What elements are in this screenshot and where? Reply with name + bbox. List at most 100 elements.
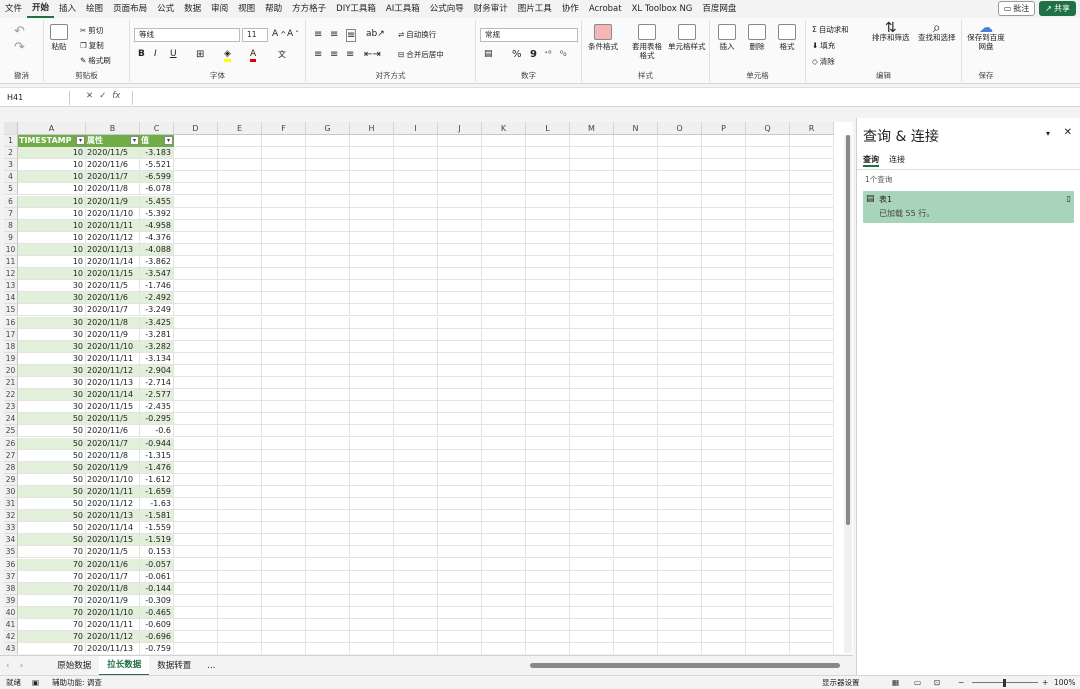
empty-cell[interactable] — [658, 243, 702, 256]
empty-cell[interactable] — [306, 195, 350, 208]
row-header[interactable]: 16 — [4, 316, 18, 329]
empty-cell[interactable] — [658, 316, 702, 329]
empty-cell[interactable] — [790, 510, 834, 523]
shrink-font-icon[interactable]: Aˇ — [287, 29, 299, 39]
empty-cell[interactable] — [438, 364, 482, 377]
row-header[interactable]: 2 — [4, 147, 18, 160]
table-cell[interactable]: 2020/11/7 — [86, 437, 140, 450]
table-cell[interactable]: 50 — [18, 473, 86, 486]
insert-cells-button[interactable]: 插入 — [718, 24, 736, 51]
empty-cell[interactable] — [174, 606, 218, 619]
empty-cell[interactable] — [702, 643, 746, 654]
empty-cell[interactable] — [262, 243, 306, 256]
empty-cell[interactable] — [438, 413, 482, 426]
table-cell[interactable]: 10 — [18, 195, 86, 208]
empty-cell[interactable] — [746, 570, 790, 583]
empty-cell[interactable] — [658, 304, 702, 317]
phonetic-icon[interactable]: 文 — [278, 49, 286, 60]
empty-cell[interactable] — [702, 401, 746, 414]
empty-cell[interactable] — [174, 159, 218, 172]
grow-font-icon[interactable]: A ^ — [272, 29, 286, 39]
empty-cell[interactable] — [746, 413, 790, 426]
empty-cell[interactable] — [482, 413, 526, 426]
align-bottom-icon[interactable]: ≡ — [346, 29, 357, 42]
empty-cell[interactable] — [570, 461, 614, 474]
empty-cell[interactable] — [570, 522, 614, 535]
empty-cell[interactable] — [746, 183, 790, 196]
empty-cell[interactable] — [350, 389, 394, 402]
table-cell[interactable]: 70 — [18, 570, 86, 583]
fill-color-icon[interactable]: ◈ — [224, 49, 231, 62]
empty-cell[interactable] — [262, 352, 306, 365]
empty-cell[interactable] — [570, 510, 614, 523]
empty-cell[interactable] — [350, 485, 394, 498]
empty-cell[interactable] — [438, 171, 482, 184]
table-cell[interactable]: 70 — [18, 546, 86, 559]
table-cell[interactable]: 10 — [18, 159, 86, 172]
empty-cell[interactable] — [570, 606, 614, 619]
column-header[interactable]: I — [394, 122, 438, 135]
menu-item[interactable]: 百度网盘 — [697, 0, 741, 18]
comma-button[interactable]: 9 — [530, 49, 537, 60]
empty-cell[interactable] — [174, 219, 218, 232]
empty-cell[interactable] — [570, 280, 614, 293]
table-cell[interactable]: -5.392 — [140, 207, 174, 220]
row-header[interactable]: 15 — [4, 304, 18, 317]
empty-cell[interactable] — [702, 461, 746, 474]
empty-cell[interactable] — [262, 219, 306, 232]
table-cell[interactable]: 2020/11/13 — [86, 377, 140, 390]
empty-cell[interactable] — [702, 243, 746, 256]
empty-cell[interactable] — [702, 147, 746, 160]
empty-cell[interactable] — [482, 219, 526, 232]
empty-cell[interactable] — [526, 231, 570, 244]
empty-cell[interactable] — [394, 377, 438, 390]
empty-cell[interactable] — [306, 256, 350, 269]
table-cell[interactable]: -0.944 — [140, 437, 174, 450]
empty-cell[interactable] — [306, 449, 350, 462]
empty-cell[interactable] — [614, 219, 658, 232]
empty-cell[interactable] — [306, 159, 350, 172]
row-header[interactable]: 36 — [4, 558, 18, 571]
sheet-tab[interactable]: 数据转置 — [149, 657, 199, 675]
row-header[interactable]: 35 — [4, 546, 18, 559]
empty-cell[interactable] — [218, 171, 262, 184]
empty-cell[interactable] — [306, 485, 350, 498]
table-cell[interactable]: 2020/11/8 — [86, 449, 140, 462]
empty-cell[interactable] — [438, 292, 482, 305]
menu-item[interactable]: 协作 — [557, 0, 584, 18]
table-cell[interactable]: -1.746 — [140, 280, 174, 293]
empty-cell[interactable] — [614, 207, 658, 220]
empty-cell[interactable] — [570, 631, 614, 644]
empty-cell[interactable] — [482, 316, 526, 329]
table-cell[interactable]: 2020/11/10 — [86, 207, 140, 220]
table-cell[interactable]: 30 — [18, 364, 86, 377]
empty-cell[interactable] — [438, 147, 482, 160]
empty-cell[interactable] — [790, 389, 834, 402]
empty-cell[interactable] — [218, 231, 262, 244]
empty-cell[interactable] — [218, 437, 262, 450]
empty-cell[interactable] — [746, 449, 790, 462]
empty-cell[interactable] — [306, 606, 350, 619]
empty-cell[interactable] — [570, 389, 614, 402]
table-cell[interactable]: 2020/11/6 — [86, 425, 140, 438]
empty-cell[interactable] — [702, 171, 746, 184]
empty-cell[interactable] — [394, 413, 438, 426]
table-cell[interactable]: -3.183 — [140, 147, 174, 160]
empty-cell[interactable] — [262, 401, 306, 414]
align-middle-icon[interactable]: ≡ — [330, 29, 338, 40]
select-all-corner[interactable] — [4, 122, 18, 135]
empty-cell[interactable] — [746, 473, 790, 486]
empty-cell[interactable] — [702, 389, 746, 402]
empty-cell[interactable] — [262, 195, 306, 208]
empty-cell[interactable] — [614, 268, 658, 281]
empty-cell[interactable] — [570, 268, 614, 281]
redo-icon[interactable]: ↷ — [14, 40, 25, 55]
empty-cell[interactable] — [262, 183, 306, 196]
row-header[interactable]: 6 — [4, 195, 18, 208]
table-cell[interactable]: -3.282 — [140, 340, 174, 353]
empty-cell[interactable] — [526, 643, 570, 654]
empty-cell[interactable] — [306, 594, 350, 607]
empty-cell[interactable] — [790, 570, 834, 583]
empty-cell[interactable] — [394, 243, 438, 256]
empty-cell[interactable] — [262, 643, 306, 654]
